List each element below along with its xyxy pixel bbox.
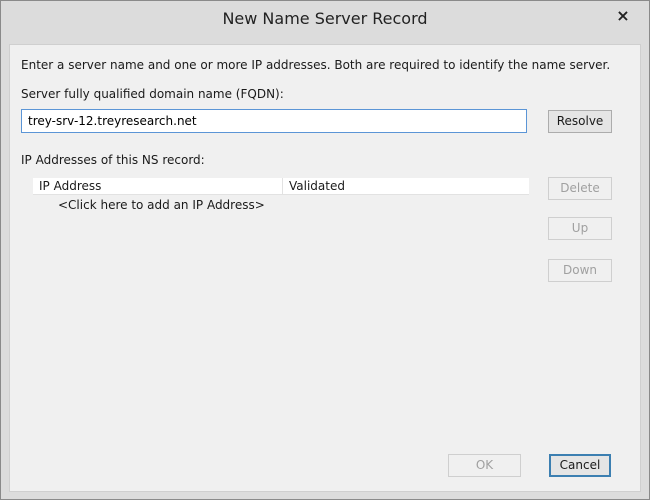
dialog-body: Enter a server name and one or more IP a… bbox=[9, 44, 641, 492]
fqdn-label: Server fully qualified domain name (FQDN… bbox=[21, 87, 284, 101]
ip-address-list[interactable]: IP Address Validated <Click here to add … bbox=[21, 178, 529, 448]
resolve-button[interactable]: Resolve bbox=[548, 110, 612, 133]
up-button[interactable]: Up bbox=[548, 217, 612, 240]
list-header: IP Address Validated bbox=[33, 178, 529, 195]
instructions-text: Enter a server name and one or more IP a… bbox=[21, 58, 611, 72]
column-header-validated[interactable]: Validated bbox=[283, 178, 529, 194]
close-icon[interactable]: × bbox=[611, 4, 635, 28]
column-header-ip-address[interactable]: IP Address bbox=[33, 178, 283, 194]
window-title: New Name Server Record bbox=[222, 9, 428, 28]
down-button[interactable]: Down bbox=[548, 259, 612, 282]
ok-button[interactable]: OK bbox=[448, 454, 521, 477]
add-ip-address-row[interactable]: <Click here to add an IP Address> bbox=[58, 198, 265, 212]
fqdn-input[interactable] bbox=[21, 109, 527, 133]
title-bar[interactable]: New Name Server Record × bbox=[1, 1, 649, 37]
cancel-button[interactable]: Cancel bbox=[549, 454, 611, 477]
delete-button[interactable]: Delete bbox=[548, 177, 612, 200]
ip-addresses-label: IP Addresses of this NS record: bbox=[21, 153, 205, 167]
dialog-window: New Name Server Record × Enter a server … bbox=[0, 0, 650, 500]
